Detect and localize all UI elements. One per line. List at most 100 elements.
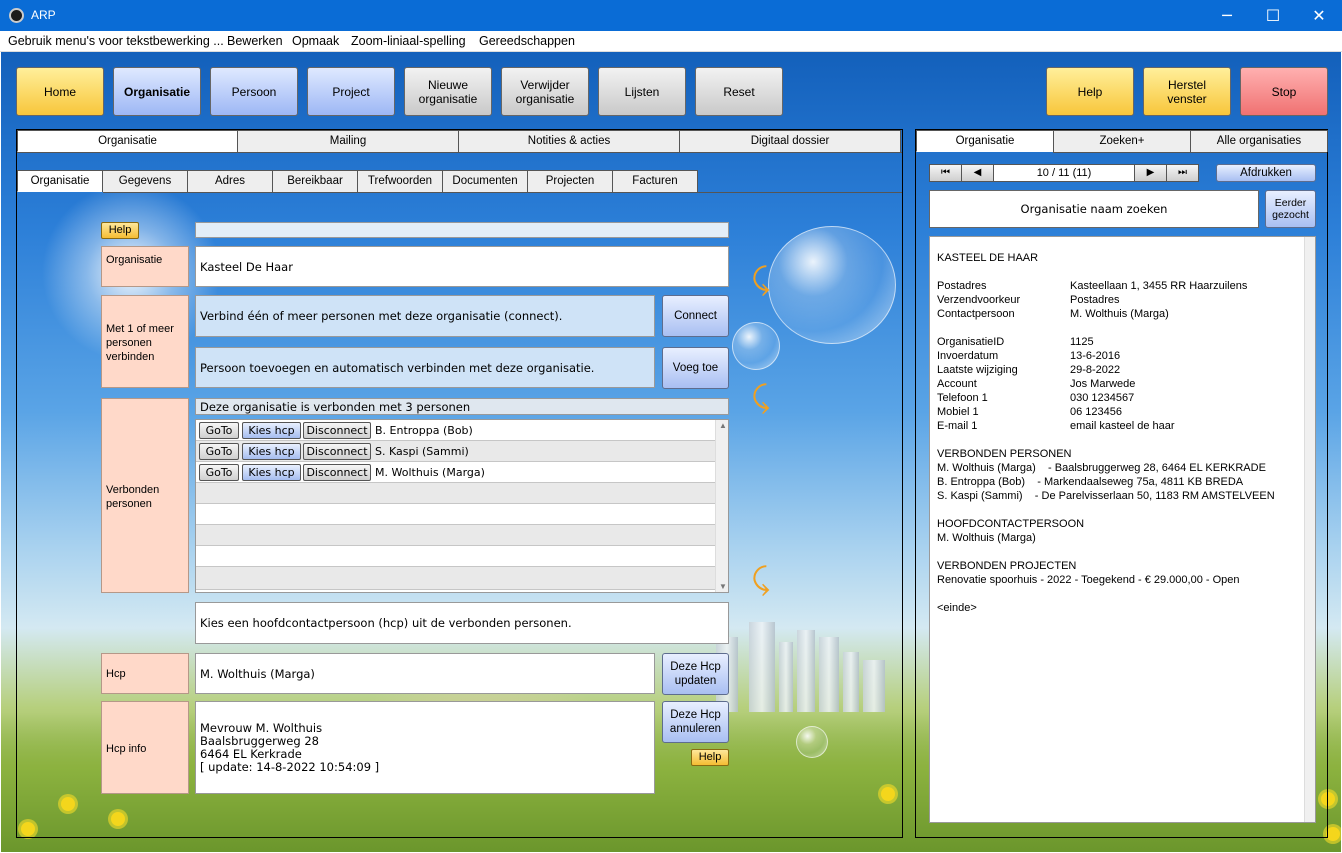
summary-value: 13-6-2016 [1070,350,1121,362]
hcp-label: Hcp [101,653,189,694]
empty-row [196,525,716,546]
print-button[interactable]: Afdrukken [1216,164,1316,182]
grid-scrollbar[interactable]: ▲ ▼ [715,420,728,592]
close-button[interactable]: ✕ [1296,0,1342,31]
disconnect-button[interactable]: Disconnect [303,464,371,481]
subtab-trefwoorden[interactable]: Trefwoorden [357,170,443,192]
summary-value: email kasteel de haar [1070,420,1175,432]
restore-window-button[interactable]: Herstel venster [1143,67,1231,116]
summary-scrollbar[interactable] [1304,237,1315,822]
maximize-button[interactable]: ☐ [1250,0,1296,31]
summary-key: Verzendvoorkeur [937,294,1021,306]
tab-notities[interactable]: Notities & acties [458,130,680,152]
summary-value: 29-8-2022 [1070,364,1121,376]
tab-digitaal-dossier[interactable]: Digitaal dossier [679,130,901,152]
subtab-adres[interactable]: Adres [187,170,273,192]
right-tab-divider [1053,152,1327,153]
summary-value: 1125 [1070,336,1094,348]
tab-organisatie[interactable]: Organisatie [17,130,238,152]
summary-key: Telefoon 1 [937,392,988,404]
hcp-update-button[interactable]: Deze Hcp updaten [662,653,729,695]
subtab-facturen[interactable]: Facturen [612,170,698,192]
menu-opmaak[interactable]: Opmaak [292,34,339,48]
kies-hcp-button[interactable]: Kies hcp [242,464,301,481]
prev-record-icon[interactable]: ◀ [961,164,994,182]
header-strip [195,222,729,238]
right-tab-organisatie[interactable]: Organisatie [916,130,1054,152]
goto-button[interactable]: GoTo [199,422,239,439]
menu-tekstbewerking[interactable]: Gebruik menu's voor tekstbewerking ... [8,34,224,48]
summary-end: <einde> [937,602,977,614]
home-button[interactable]: Home [16,67,104,116]
reset-button[interactable]: Reset [695,67,783,116]
help-button-top[interactable]: Help [101,222,139,239]
subtab-gegevens[interactable]: Gegevens [102,170,188,192]
help-button-bottom[interactable]: Help [691,749,729,766]
scroll-down-icon[interactable]: ▼ [719,582,727,591]
summary-section-title: HOOFDCONTACTPERSOON [937,518,1085,530]
recent-search-button[interactable]: Eerder gezocht [1265,190,1316,228]
summary-row: Account Jos Marwede [937,377,1315,391]
last-record-icon[interactable]: ⏭ [1166,164,1199,182]
summary-key: Invoerdatum [937,350,999,362]
subtab-documenten[interactable]: Documenten [442,170,528,192]
minimize-button[interactable]: ─ [1204,0,1250,31]
help-button[interactable]: Help [1046,67,1134,116]
subtab-bereikbaar[interactable]: Bereikbaar [272,170,358,192]
empty-row [196,546,716,567]
next-record-icon[interactable]: ▶ [1134,164,1167,182]
summary-key: Mobiel 1 [937,406,979,418]
summary-value: M. Wolthuis (Marga) [1070,308,1169,320]
summary-key: Laatste wijziging [937,364,1018,376]
goto-button[interactable]: GoTo [199,443,239,460]
kies-hcp-button[interactable]: Kies hcp [242,422,301,439]
right-tabs: Organisatie Zoeken+ Alle organisaties [916,130,1328,152]
verbonden-label: Verbonden personen [101,398,189,593]
subtab-organisatie[interactable]: Organisatie [17,170,103,192]
kies-hcp-button[interactable]: Kies hcp [242,443,301,460]
empty-row [196,504,716,525]
summary-key: E-mail 1 [937,420,978,432]
hcp-field[interactable]: M. Wolthuis (Marga) [195,653,655,694]
organisation-summary: KASTEEL DE HAAR Postadres Kasteellaan 1, … [929,236,1316,823]
summary-key: Account [937,378,977,390]
summary-line: Renovatie spoorhuis - 2022 - Toegekend -… [937,574,1240,586]
summary-row: Laatste wijziging 29-8-2022 [937,363,1315,377]
organisatie-button[interactable]: Organisatie [113,67,201,116]
summary-row: Verzendvoorkeur Postadres [937,293,1315,307]
disconnect-button[interactable]: Disconnect [303,422,371,439]
delete-organisation-button[interactable]: Verwijder organisatie [501,67,589,116]
hcp-cancel-button[interactable]: Deze Hcp annuleren [662,701,729,743]
new-organisation-button[interactable]: Nieuwe organisatie [404,67,492,116]
disconnect-button[interactable]: Disconnect [303,443,371,460]
add-person-button[interactable]: Voeg toe [662,347,729,389]
hcp-info-line: [ update: 14-8-2022 10:54:09 ] [200,760,380,774]
right-tab-zoeken[interactable]: Zoeken+ [1053,130,1191,152]
goto-button[interactable]: GoTo [199,464,239,481]
scroll-up-icon[interactable]: ▲ [719,421,727,430]
subtab-projecten[interactable]: Projecten [527,170,613,192]
right-tab-alle-organisaties[interactable]: Alle organisaties [1190,130,1328,152]
subtab-divider [103,192,902,193]
menu-bewerken[interactable]: Bewerken [227,34,283,48]
connected-persons-grid: GoTo Kies hcp Disconnect B. Entroppa (Bo… [195,419,729,593]
menu-gereedschappen[interactable]: Gereedschappen [479,34,575,48]
search-organisation-button[interactable]: Organisatie naam zoeken [929,190,1259,228]
add-person-instruction: Persoon toevoegen en automatisch verbind… [195,347,655,388]
summary-row: E-mail 1 email kasteel de haar [937,419,1315,433]
menu-zoom[interactable]: Zoom-liniaal-spelling [351,34,466,48]
stop-button[interactable]: Stop [1240,67,1328,116]
summary-line: M. Wolthuis (Marga) [937,532,1036,544]
lijsten-button[interactable]: Lijsten [598,67,686,116]
summary-row: Mobiel 1 06 123456 [937,405,1315,419]
project-button[interactable]: Project [307,67,395,116]
table-row: GoTo Kies hcp Disconnect B. Entroppa (Bo… [196,420,716,441]
empty-row [196,567,716,590]
organisatie-name-field[interactable]: Kasteel De Haar [195,246,729,287]
record-position: 10 / 11 (11) [993,164,1135,182]
first-record-icon[interactable]: ⏮ [929,164,962,182]
persoon-button[interactable]: Persoon [210,67,298,116]
connect-button[interactable]: Connect [662,295,729,337]
tab-mailing[interactable]: Mailing [237,130,459,152]
organisatie-label: Organisatie [101,246,189,287]
